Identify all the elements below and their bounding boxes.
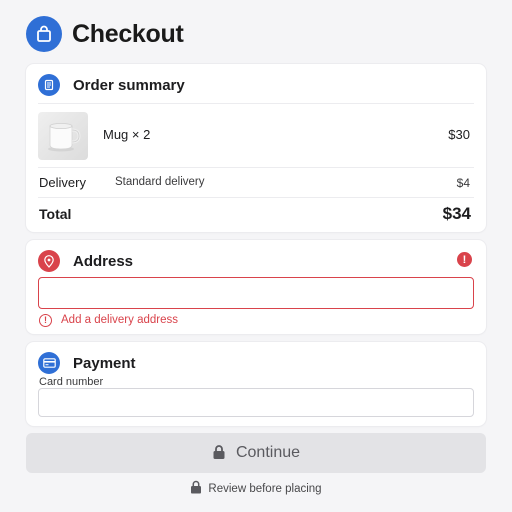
address-header: Address	[38, 250, 133, 272]
item-price: $30	[448, 127, 470, 142]
continue-button[interactable]: Continue	[26, 433, 486, 473]
review-note-text: Review before placing	[208, 483, 322, 495]
divider	[38, 197, 474, 198]
address-input[interactable]	[38, 277, 474, 309]
page-title: Checkout	[72, 19, 184, 48]
receipt-icon	[38, 74, 60, 96]
delivery-label: Delivery	[39, 175, 86, 190]
total-label: Total	[39, 206, 72, 222]
mug-image	[48, 123, 81, 152]
address-card: Address ! ! Add a delivery address	[26, 240, 486, 334]
divider	[38, 103, 474, 104]
checkout-page: Checkout Order summary Mug × 2 $30 Deliv…	[0, 0, 512, 512]
alert-icon: !	[457, 252, 472, 267]
payment-header: Payment	[38, 352, 136, 374]
credit-card-icon	[38, 352, 60, 374]
lock-icon	[212, 444, 226, 463]
item-name: Mug × 2	[103, 127, 151, 142]
address-title: Address	[73, 252, 134, 270]
delivery-method: Standard delivery	[115, 176, 205, 188]
divider	[38, 167, 474, 168]
card-number-label: Card number	[39, 376, 104, 388]
order-summary-title: Order summary	[73, 76, 185, 94]
payment-card: Payment Card number	[26, 342, 486, 426]
card-number-field[interactable]	[38, 388, 474, 417]
page-header: Checkout	[26, 15, 184, 53]
location-pin-icon	[38, 250, 60, 272]
delivery-price: $4	[456, 176, 470, 190]
review-note: Review before placing	[0, 480, 512, 499]
shopping-bag-icon	[26, 16, 62, 52]
payment-title: Payment	[73, 354, 136, 372]
order-summary-card: Order summary Mug × 2 $30 Delivery Stand…	[26, 64, 486, 232]
total-value: $34	[442, 204, 471, 223]
lock-icon	[190, 480, 202, 499]
error-icon: !	[39, 313, 52, 327]
address-error: ! Add a delivery address	[39, 313, 178, 327]
order-summary-header: Order summary	[38, 74, 185, 96]
product-thumbnail	[38, 112, 88, 160]
continue-label: Continue	[235, 444, 301, 461]
address-error-text: Add a delivery address	[61, 314, 178, 326]
